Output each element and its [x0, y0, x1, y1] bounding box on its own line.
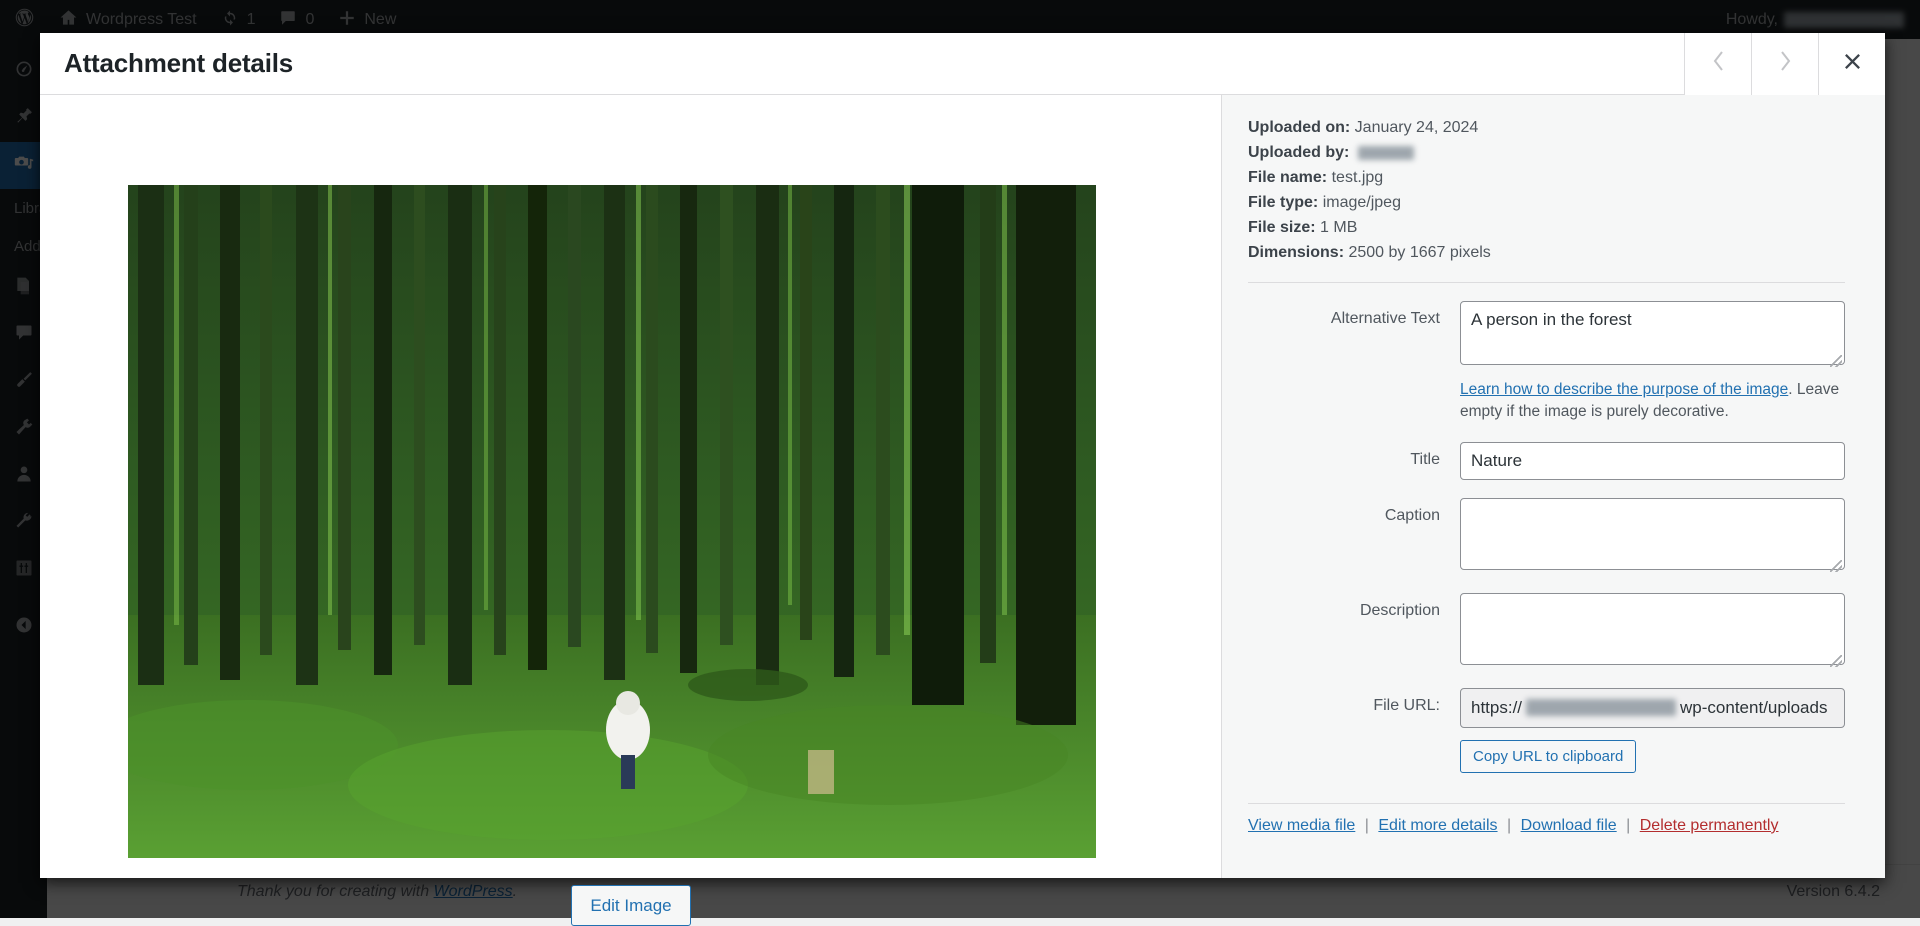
meta-file-type-value: image/jpeg: [1322, 194, 1401, 211]
caption-input-wrap: [1460, 497, 1845, 575]
attachment-metadata: Uploaded on: January 24, 2024 Uploaded b…: [1248, 119, 1845, 262]
view-media-file-link[interactable]: View media file: [1248, 817, 1355, 834]
edit-more-details-link[interactable]: Edit more details: [1378, 817, 1497, 834]
meta-uploaded-on: Uploaded on: January 24, 2024: [1248, 119, 1845, 137]
modal-header-buttons: [1684, 33, 1885, 95]
meta-uploaded-by: Uploaded by:: [1248, 144, 1845, 162]
modal-header: Attachment details: [40, 33, 1885, 95]
meta-dimensions-label: Dimensions:: [1248, 244, 1345, 261]
close-modal-button[interactable]: [1818, 33, 1885, 95]
meta-uploaded-by-label: Uploaded by:: [1248, 144, 1350, 161]
actions-separator-1: |: [1364, 816, 1369, 834]
alt-text-help: Learn how to describe the purpose of the…: [1460, 379, 1845, 424]
meta-uploaded-on-value: January 24, 2024: [1354, 119, 1479, 136]
alt-text-input-wrap: [1460, 301, 1845, 370]
metadata-divider: [1248, 282, 1845, 283]
meta-file-size-value: 1 MB: [1320, 219, 1358, 236]
edit-image-button[interactable]: Edit Image: [571, 885, 691, 926]
modal-body: Edit Image Uploaded on: January 24, 2024…: [40, 95, 1885, 926]
copy-url-button[interactable]: Copy URL to clipboard: [1460, 739, 1637, 773]
attachment-details-modal: Attachment details Edit Image Uploaded o…: [40, 33, 1885, 926]
meta-file-type: File type: image/jpeg: [1248, 194, 1845, 212]
caption-setting: Caption: [1248, 497, 1845, 575]
meta-dimensions-value: 2500 by 1667 pixels: [1348, 244, 1491, 261]
description-setting: Description: [1248, 592, 1845, 670]
description-label: Description: [1359, 601, 1440, 619]
title-input[interactable]: [1460, 441, 1845, 480]
actions-separator-3: |: [1626, 816, 1631, 834]
meta-file-size-label: File size:: [1248, 219, 1316, 236]
attachment-preview-pane: Edit Image: [40, 95, 1222, 926]
caption-input[interactable]: [1460, 497, 1845, 570]
alt-text-setting: Alternative Text Learn how to describe t…: [1248, 301, 1845, 424]
meta-file-name-value: test.jpg: [1331, 169, 1384, 186]
actions-separator-2: |: [1507, 816, 1512, 834]
caption-label: Caption: [1384, 506, 1440, 524]
file-url-input[interactable]: https:// wp-content/uploads: [1460, 687, 1845, 728]
file-url-suffix: wp-content/uploads: [1680, 697, 1828, 717]
meta-dimensions: Dimensions: 2500 by 1667 pixels: [1248, 244, 1845, 262]
modal-backdrop[interactable]: Attachment details Edit Image Uploaded o…: [0, 0, 1920, 926]
meta-file-type-label: File type:: [1248, 194, 1319, 211]
meta-uploaded-by-value-redacted: [1357, 145, 1414, 160]
file-url-label: File URL:: [1373, 696, 1440, 714]
attachment-image: [128, 185, 1096, 858]
alt-text-input[interactable]: [1460, 301, 1845, 365]
attachment-actions: View media file | Edit more details | Do…: [1248, 817, 1845, 835]
meta-file-name: File name: test.jpg: [1248, 169, 1845, 187]
description-input-wrap: [1460, 592, 1845, 670]
edit-image-button-wrap: Edit Image: [40, 885, 1222, 926]
chevron-left-icon: [1710, 48, 1727, 81]
next-attachment-button[interactable]: [1751, 33, 1818, 95]
copy-url-row: Copy URL to clipboard: [1460, 739, 1845, 773]
actions-divider: [1248, 802, 1845, 804]
download-file-link[interactable]: Download file: [1521, 817, 1617, 834]
title-label: Title: [1410, 450, 1440, 468]
attachment-settings-pane: Uploaded on: January 24, 2024 Uploaded b…: [1222, 95, 1885, 878]
delete-permanently-link[interactable]: Delete permanently: [1640, 817, 1779, 834]
meta-file-size: File size: 1 MB: [1248, 219, 1845, 237]
file-url-setting: File URL: https:// wp-content/uploads Co…: [1248, 687, 1845, 773]
alt-text-help-link[interactable]: Learn how to describe the purpose of the…: [1460, 381, 1788, 398]
alt-text-label: Alternative Text: [1330, 310, 1440, 327]
meta-file-name-label: File name:: [1248, 169, 1328, 186]
file-url-domain-redacted: [1526, 699, 1677, 717]
file-url-prefix: https://: [1471, 697, 1523, 717]
previous-attachment-button[interactable]: [1684, 33, 1751, 95]
description-input[interactable]: [1460, 592, 1845, 665]
chevron-right-icon: [1777, 48, 1794, 81]
page-title: Attachment details: [64, 48, 294, 78]
close-x-icon: [1843, 50, 1862, 78]
meta-uploaded-on-label: Uploaded on:: [1248, 119, 1351, 136]
title-setting: Title: [1248, 441, 1845, 480]
